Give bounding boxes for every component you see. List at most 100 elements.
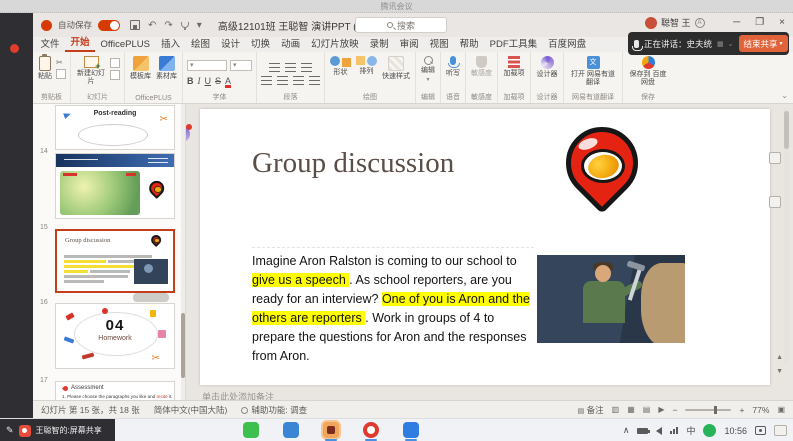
- shapes-button[interactable]: 形状: [329, 56, 352, 77]
- baidu-save-button[interactable]: 保存到 百度网盘: [627, 56, 669, 87]
- italic-button[interactable]: I: [198, 76, 201, 86]
- sensitivity-button[interactable]: 敏感度: [470, 56, 493, 78]
- network-signal-icon[interactable]: [670, 427, 678, 434]
- overlay-chevron-icon[interactable]: ⌄: [728, 40, 734, 48]
- taskbar-app-icon-2[interactable]: [403, 422, 419, 438]
- reading-view-icon[interactable]: ▤: [643, 405, 651, 414]
- template-lib-button[interactable]: 模板库: [129, 56, 152, 81]
- notes-placeholder[interactable]: 单击此处添加备注: [202, 390, 274, 400]
- zoom-slider-thumb[interactable]: [714, 406, 717, 414]
- tab-record[interactable]: 录制: [364, 38, 394, 52]
- tab-insert[interactable]: 插入: [156, 38, 186, 52]
- speaker-icon[interactable]: [656, 427, 662, 435]
- fit-slide-icon[interactable]: ▣: [777, 405, 785, 414]
- dictate-button[interactable]: 听写: [445, 56, 461, 78]
- notes-toggle[interactable]: ▤ 备注: [578, 404, 604, 416]
- layout-icon[interactable]: [110, 58, 120, 68]
- redo-icon[interactable]: ↷: [164, 20, 172, 31]
- meeting-tray-icon[interactable]: [703, 424, 716, 437]
- zoom-in-button[interactable]: +: [739, 405, 744, 415]
- designer-button[interactable]: 设计器: [535, 56, 559, 79]
- tab-officeplus[interactable]: OfficePLUS: [95, 38, 155, 52]
- show-desktop-icon[interactable]: [774, 425, 787, 436]
- annotate-pen-icon[interactable]: ✎: [6, 425, 14, 436]
- tab-view[interactable]: 视图: [424, 38, 454, 52]
- undo-icon[interactable]: ↶: [148, 20, 156, 31]
- previous-slide-icon[interactable]: ▲: [776, 354, 783, 361]
- accessibility-status[interactable]: 辅助功能: 调查: [241, 404, 307, 416]
- bold-button[interactable]: B: [187, 76, 194, 86]
- search-input[interactable]: 搜索: [355, 17, 447, 33]
- tab-slideshow[interactable]: 幻灯片放映: [306, 38, 365, 52]
- overlay-grid-icon[interactable]: ▦: [717, 40, 724, 48]
- collapse-ribbon-icon[interactable]: ⌄: [781, 91, 788, 100]
- zoom-level[interactable]: 77%: [752, 405, 769, 415]
- tab-baidu-pan[interactable]: 百度网盘: [543, 38, 592, 52]
- thumbnail-slide-14[interactable]: [55, 153, 175, 219]
- font-name-select[interactable]: ▾: [187, 60, 227, 71]
- font-size-select[interactable]: ▾: [230, 60, 252, 71]
- paste-button[interactable]: 粘贴: [37, 56, 53, 81]
- thumbnail-scrollbar[interactable]: [181, 104, 185, 400]
- trophy-icon[interactable]: [181, 22, 189, 28]
- thumbnail-slide-16[interactable]: 04 Homework ✂: [55, 303, 175, 369]
- thumbnail-scrollbar-thumb[interactable]: [181, 313, 185, 378]
- youdao-open-button[interactable]: 文 打开 网易有道翻译: [568, 56, 618, 87]
- quick-styles-button[interactable]: 快速样式: [381, 56, 411, 81]
- tab-home[interactable]: 开始: [65, 36, 95, 52]
- autosave-toggle[interactable]: [98, 20, 120, 31]
- zoom-slider[interactable]: [685, 409, 731, 411]
- save-icon[interactable]: [130, 20, 140, 30]
- indent-icon[interactable]: [301, 63, 312, 72]
- bullets-icon[interactable]: [269, 63, 280, 72]
- side-tool-icon[interactable]: [769, 196, 781, 208]
- next-slide-icon[interactable]: ▼: [776, 368, 783, 375]
- side-tool-icon[interactable]: [769, 152, 781, 164]
- align-center-icon[interactable]: [277, 76, 288, 85]
- strikethrough-button[interactable]: S: [215, 76, 221, 86]
- taskbar-active-app-icon[interactable]: [323, 422, 339, 438]
- tab-draw[interactable]: 绘图: [186, 38, 216, 52]
- tray-expand-icon[interactable]: ∧: [623, 425, 630, 436]
- slide-15[interactable]: Group discussion Imagine Aron Ralston is…: [200, 109, 770, 385]
- tab-transitions[interactable]: 切换: [246, 38, 276, 52]
- thumbnail-slide-17[interactable]: Assessment 1. Please choose the paragrap…: [55, 381, 175, 400]
- addins-button[interactable]: 加载项: [502, 56, 526, 78]
- ime-indicator[interactable]: 中: [686, 424, 695, 437]
- slide-sorter-icon[interactable]: ▦: [627, 405, 635, 414]
- close-button[interactable]: ×: [779, 17, 785, 28]
- slide-scrollbar[interactable]: [784, 107, 789, 363]
- tab-review[interactable]: 审阅: [394, 38, 424, 52]
- zoom-out-button[interactable]: −: [672, 405, 677, 415]
- designer-pane-icon[interactable]: [186, 126, 190, 142]
- underline-button[interactable]: U: [205, 76, 212, 86]
- slideshow-icon[interactable]: ▶: [658, 405, 664, 414]
- new-slide-button[interactable]: 新建幻灯片: [75, 56, 107, 86]
- tab-pdf-tools[interactable]: PDF工具集: [484, 38, 543, 52]
- arrange-button[interactable]: 排列: [355, 56, 378, 76]
- font-color-icon[interactable]: A: [225, 77, 231, 88]
- taskbar-meeting-icon[interactable]: [363, 422, 379, 438]
- tab-file[interactable]: 文件: [35, 38, 65, 52]
- numbering-icon[interactable]: [285, 63, 296, 72]
- tab-animations[interactable]: 动画: [276, 38, 306, 52]
- minimize-button[interactable]: ─: [733, 17, 740, 28]
- account-chip[interactable]: 聪智 王 A: [645, 16, 705, 29]
- tab-help[interactable]: 帮助: [454, 38, 484, 52]
- restore-button[interactable]: ❐: [755, 17, 764, 28]
- copy-icon[interactable]: [56, 69, 66, 79]
- columns-icon[interactable]: [309, 76, 320, 85]
- editing-button[interactable]: 编辑 ▾: [420, 56, 436, 84]
- screenshot-icon[interactable]: [755, 426, 766, 435]
- align-right-icon[interactable]: [293, 76, 304, 85]
- align-left-icon[interactable]: [261, 76, 272, 85]
- reset-icon[interactable]: [110, 70, 120, 80]
- language-status[interactable]: 简体中文(中国大陆): [154, 404, 228, 416]
- slide-scrollbar-thumb[interactable]: [784, 111, 789, 149]
- qat-more-icon[interactable]: ▾: [197, 20, 202, 31]
- asset-lib-button[interactable]: 素材库: [155, 56, 178, 81]
- thumbnail-slide-15-selected[interactable]: Group discussion: [55, 229, 175, 293]
- cut-icon[interactable]: ✂: [56, 58, 66, 67]
- thumbnail-slide-13[interactable]: Post-reading ✂: [55, 105, 175, 150]
- end-share-button[interactable]: 结束共享 ▾: [739, 35, 788, 52]
